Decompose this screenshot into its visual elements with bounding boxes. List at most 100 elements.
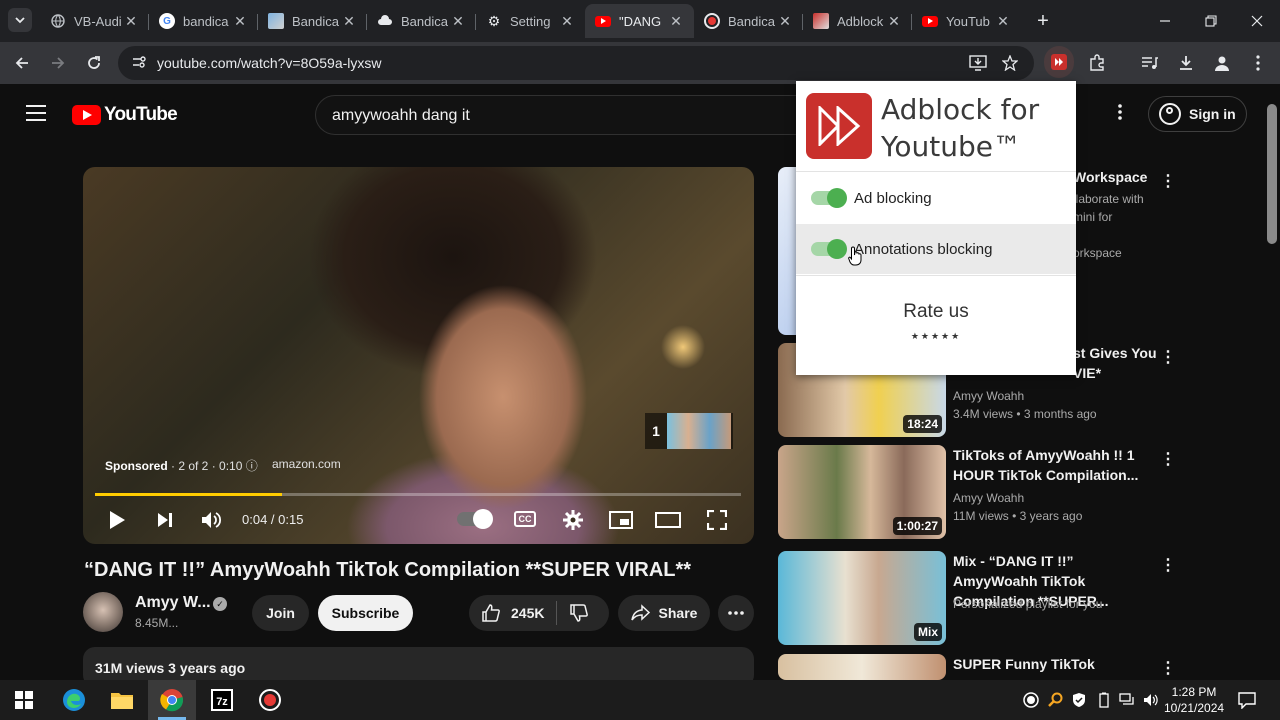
close-icon[interactable]: ✕ [668,13,684,30]
youtube-logo[interactable]: YouTube [72,104,178,126]
thumbs-down-icon[interactable] [569,603,589,623]
volume-icon[interactable] [1143,692,1159,708]
media-controls-button[interactable] [1136,49,1164,77]
reload-button[interactable] [80,49,108,77]
taskbar-7zip[interactable]: 7z [198,680,246,720]
recommendation-mix[interactable]: Mix Mix - “DANG IT !!” AmyyWoahh TikTok … [778,551,1178,645]
ad-blocking-row[interactable]: Ad blocking [796,173,1076,223]
recommendation-item[interactable]: SUPER Funny TikTok ⋮ [778,654,1178,680]
install-app-icon[interactable] [964,49,992,77]
share-button[interactable]: Share [618,595,710,631]
profile-button[interactable] [1208,49,1236,77]
info-icon[interactable]: ⓘ [246,459,258,473]
minimize-button[interactable] [1142,0,1188,42]
start-button[interactable] [0,680,48,720]
ad-domain-link[interactable]: amazon.com [272,457,341,471]
more-vertical-icon[interactable]: ⋮ [1160,449,1176,469]
forward-button[interactable] [44,49,72,77]
channel-name[interactable]: Amyy W... [135,594,211,612]
progress-bar[interactable] [95,493,741,496]
rate-us-link[interactable]: Rate us [796,301,1076,323]
restore-button[interactable] [1188,0,1234,42]
bookmark-star-icon[interactable] [996,49,1024,77]
settings-button[interactable] [561,507,585,533]
channel-avatar[interactable] [83,592,123,632]
kebab-menu-icon [1256,55,1260,71]
more-vertical-icon[interactable]: ⋮ [1160,555,1176,575]
taskbar-clock[interactable]: 1:28 PM 10/21/2024 [1164,684,1224,716]
tab-settings[interactable]: ⚙ Setting ✕ [476,4,585,38]
new-tab-button[interactable]: + [1029,4,1057,38]
arrow-right-icon [52,57,65,69]
close-icon[interactable]: ✕ [123,13,139,30]
theater-mode-button[interactable] [653,507,683,533]
tab-bandicam-3[interactable]: Bandica ✕ [694,4,803,38]
sign-in-button[interactable]: Sign in [1148,96,1247,132]
close-icon[interactable]: ✕ [232,13,248,30]
tab-youtube-active[interactable]: "DANG ✕ [585,4,694,38]
site-info-icon[interactable] [130,54,148,72]
more-vertical-icon[interactable]: ⋮ [1160,347,1176,367]
close-icon[interactable]: ✕ [450,13,466,30]
notification-icon[interactable] [1238,691,1256,710]
tab-title: Setting [510,13,551,29]
video-player[interactable]: Sponsored · 2 of 2 · 0:10 ⓘ amazon.com 1… [83,167,754,544]
subscribe-button[interactable]: Subscribe [318,595,413,631]
taskbar-file-explorer[interactable] [98,680,146,720]
thumbs-up-icon[interactable] [481,603,501,623]
ad-blocking-toggle[interactable] [811,188,847,208]
more-vertical-icon[interactable]: ⋮ [1160,658,1176,678]
scrollbar-thumb[interactable] [1267,104,1277,244]
minimize-icon [1160,20,1170,22]
tab-adblock[interactable]: Adblock ✕ [803,4,912,38]
fullscreen-button[interactable] [705,507,729,533]
hamburger-menu-icon[interactable] [26,105,46,121]
next-button[interactable] [153,507,177,533]
settings-menu-icon[interactable] [1110,104,1130,124]
tab-bandicam-1[interactable]: Bandica ✕ [258,4,367,38]
autoplay-toggle[interactable] [457,509,493,529]
chrome-menu-button[interactable] [1244,49,1272,77]
taskbar-edge[interactable] [50,680,98,720]
close-window-button[interactable] [1234,0,1280,42]
join-button[interactable]: Join [252,595,309,631]
like-count[interactable]: 245K [511,605,544,621]
taskbar-bandicam[interactable] [246,680,294,720]
subtitles-icon[interactable]: CC [514,511,536,527]
youtube-icon [595,15,611,27]
record-tray-icon[interactable] [1023,692,1039,708]
downloads-button[interactable] [1172,49,1200,77]
more-vertical-icon[interactable]: ⋮ [1160,171,1176,191]
network-icon[interactable] [1119,692,1135,708]
security-tray-icon[interactable] [1071,692,1087,708]
miniplayer-button[interactable] [607,507,635,533]
address-bar[interactable]: youtube.com/watch?v=8O59a-lyxsw [118,46,1034,80]
adblock-extension-button[interactable] [1044,46,1074,78]
battery-icon[interactable] [1096,692,1112,708]
close-icon[interactable]: ✕ [559,13,575,30]
extensions-button[interactable] [1083,49,1111,77]
close-icon[interactable]: ✕ [341,13,357,30]
ad-queue-preview[interactable]: 1 [645,413,733,449]
tab-bandicam-search[interactable]: G bandica ✕ [149,4,258,38]
rating-stars[interactable]: ★★★★★ [796,331,1076,342]
recommendation-text: orkspace [1073,246,1122,260]
search-input[interactable]: amyywoahh dang it [315,95,835,135]
tab-vb-audio[interactable]: VB-Audi ✕ [40,4,149,38]
close-icon[interactable]: ✕ [886,13,902,30]
tab-bandicam-2[interactable]: Bandica ✕ [367,4,476,38]
page-scrollbar[interactable] [1264,86,1280,680]
recommendation-item[interactable]: 1:00:27 TikToks of AmyyWoahh !! 1 HOUR T… [778,445,1178,539]
close-icon[interactable]: ✕ [995,13,1011,30]
tab-search-button[interactable] [8,8,32,32]
annotations-blocking-row[interactable]: Annotations blocking [796,224,1076,274]
more-actions-button[interactable] [718,595,754,631]
annotations-blocking-toggle[interactable] [811,239,847,259]
tab-youtube[interactable]: YouTub ✕ [912,4,1021,38]
taskbar-chrome[interactable] [148,680,196,720]
back-button[interactable] [8,49,36,77]
play-button[interactable] [105,507,129,533]
search-tray-icon[interactable] [1047,692,1063,708]
close-icon[interactable]: ✕ [777,13,793,30]
volume-button[interactable] [199,507,225,533]
